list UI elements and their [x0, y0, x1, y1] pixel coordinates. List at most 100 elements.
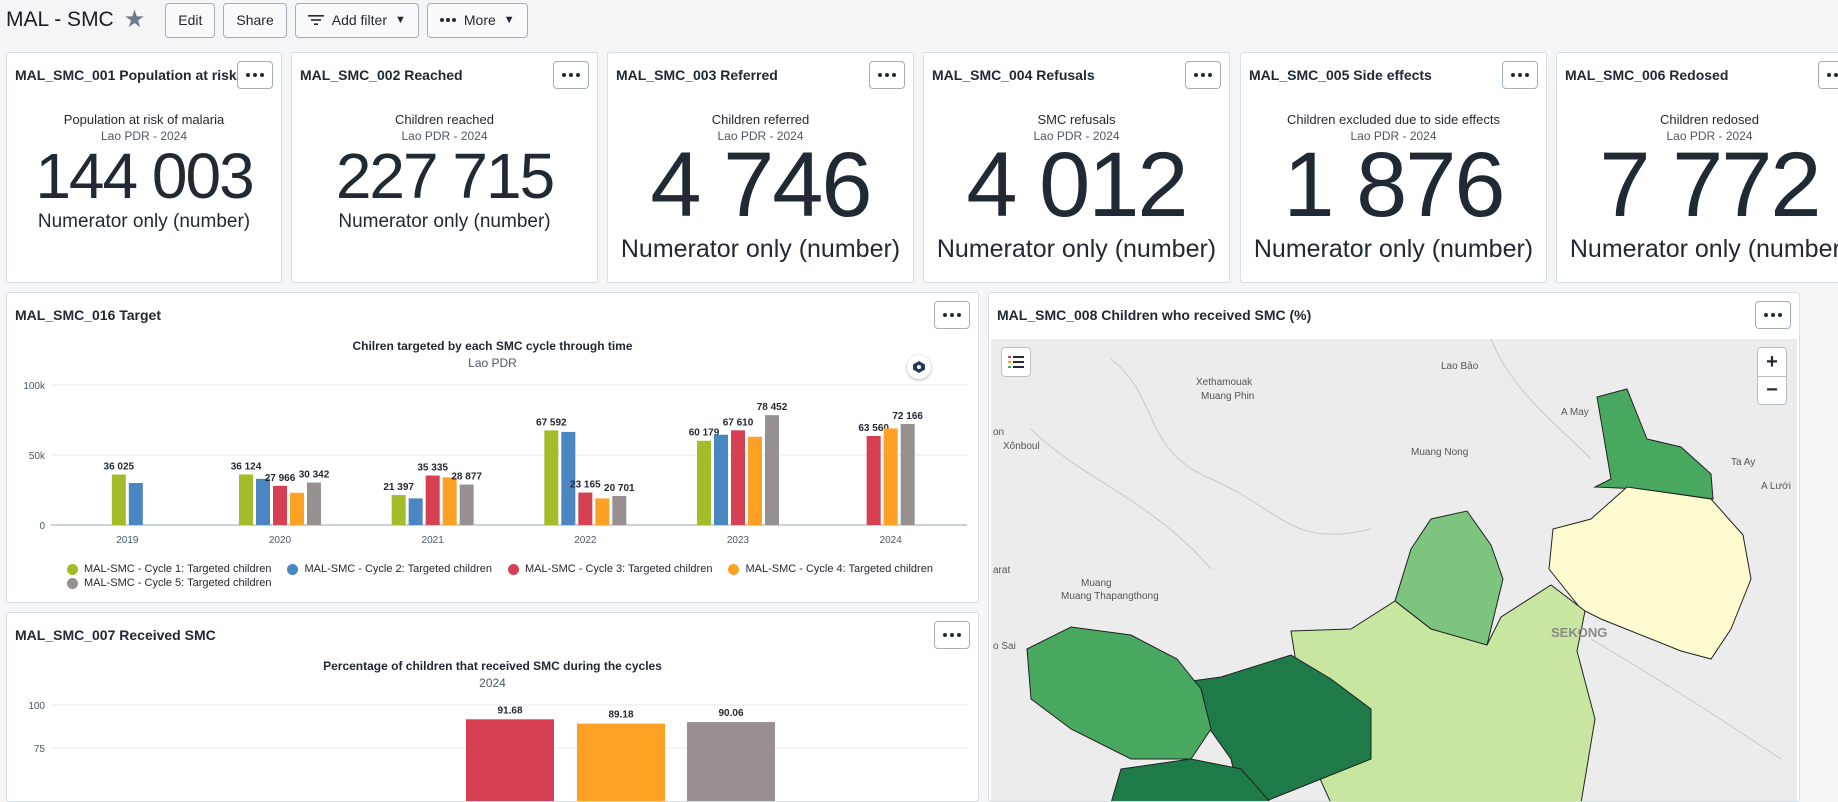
bar	[290, 492, 304, 525]
card-menu-button[interactable]	[1755, 301, 1791, 329]
add-filter-button[interactable]: Add filter ▼	[294, 2, 419, 38]
bar	[425, 475, 440, 525]
received-chart-card: MAL_SMC_007 Received SMC Percentage of c…	[6, 612, 979, 802]
data-label: 27 966	[265, 473, 296, 484]
share-button[interactable]: Share	[223, 2, 287, 38]
bar	[273, 485, 287, 525]
x-tick-label: 2024	[880, 535, 903, 546]
data-label: 35 335	[417, 463, 448, 474]
data-label: 67 592	[536, 417, 567, 428]
card-menu-button[interactable]	[869, 61, 905, 89]
single-value: 227 715	[335, 140, 555, 212]
more-label: More	[463, 12, 496, 28]
card-menu-button[interactable]	[1818, 61, 1838, 89]
single-value-card-redosed: MAL_SMC_006 Redosed Children redosed Lao…	[1556, 52, 1838, 283]
data-label: 20 701	[604, 483, 635, 494]
map-place-label: Muang Nong	[1411, 447, 1468, 458]
map-zoom-controls: + −	[1757, 347, 1787, 405]
bar	[577, 723, 665, 801]
map-legend-toggle-icon[interactable]	[1001, 347, 1031, 377]
data-label: 36 025	[104, 462, 135, 473]
card-subtitle: Children reached	[394, 112, 494, 127]
dashboard-toolbar: MAL - SMC ★ Edit Share Add filter ▼ More…	[0, 0, 1838, 40]
map-place-label: Muang Thapangthong	[1061, 591, 1159, 602]
target-chart-card: MAL_SMC_016 Target Chilren targeted by e…	[6, 292, 979, 603]
data-label: 78 452	[757, 402, 788, 413]
value-unit: Numerator only (number)	[1569, 235, 1838, 263]
value-unit: Numerator only (number)	[37, 211, 251, 232]
x-tick-label: 2021	[422, 535, 445, 546]
more-button[interactable]: More ▼	[426, 2, 528, 38]
star-icon[interactable]: ★	[124, 8, 146, 32]
x-tick-label: 2022	[574, 535, 597, 546]
legend-swatch	[507, 563, 519, 575]
legend-item[interactable]: MAL-SMC - Cycle 5: Targeted children	[67, 577, 271, 589]
bar	[459, 484, 474, 525]
card-menu-button[interactable]	[1185, 61, 1221, 89]
card-menu-button[interactable]	[1502, 61, 1538, 89]
bar	[765, 415, 779, 525]
bar	[595, 498, 610, 525]
bar	[731, 430, 745, 525]
x-tick-label: 2023	[727, 535, 750, 546]
x-tick-label: 2019	[116, 535, 139, 546]
value-unit: Numerator only (number)	[1253, 235, 1534, 263]
bar	[307, 482, 321, 525]
bar	[128, 483, 143, 525]
map-card: MAL_SMC_008 Children who received SMC (%…	[988, 292, 1800, 802]
bar	[687, 722, 775, 801]
data-label: 91.68	[497, 705, 522, 716]
edit-button[interactable]: Edit	[165, 2, 216, 38]
card-menu-button[interactable]	[553, 61, 589, 89]
bar	[748, 436, 762, 525]
map-place-label: o Sai	[993, 641, 1016, 652]
choropleth-map: Lao Bảo Xethamouak Muang Phin Xônboul Mu…	[991, 339, 1797, 801]
map-place-label: Lao Bảo	[1441, 361, 1479, 372]
chevron-down-icon: ▼	[503, 14, 515, 26]
bar	[544, 430, 559, 525]
bar	[714, 434, 728, 525]
bar	[578, 492, 593, 525]
data-label: 36 124	[231, 461, 262, 472]
single-value-card-side-effects: MAL_SMC_005 Side effects Children exclud…	[1240, 52, 1547, 283]
zoom-in-button[interactable]: +	[1758, 348, 1786, 376]
card-subtitle: Children referred	[711, 112, 810, 127]
card-title: MAL_SMC_008 Children who received SMC (%…	[997, 307, 1312, 323]
zoom-out-button[interactable]: −	[1758, 376, 1786, 404]
card-title: MAL_SMC_005 Side effects	[1249, 67, 1432, 83]
card-menu-button[interactable]	[237, 61, 273, 89]
data-label: 28 877	[451, 472, 482, 483]
single-value: 4 012	[966, 134, 1188, 236]
x-tick-label: 2020	[269, 535, 292, 546]
received-bar-chart: 100 75 91.68 89.18 90.06	[28, 701, 967, 801]
legend-swatch	[728, 563, 740, 575]
filter-icon	[307, 15, 324, 25]
map-canvas[interactable]: Lao Bảo Xethamouak Muang Phin Xônboul Mu…	[991, 339, 1797, 801]
bar	[239, 474, 253, 525]
legend-label: MAL-SMC - Cycle 1: Targeted children	[84, 563, 272, 575]
value-unit: Numerator only (number)	[620, 235, 901, 263]
map-place-label: Ta Ay	[1731, 457, 1755, 468]
map-place-label: Muang	[1081, 578, 1112, 589]
data-label: 72 166	[892, 411, 923, 422]
legend-item[interactable]: MAL-SMC - Cycle 3: Targeted children	[507, 563, 713, 575]
bar	[697, 440, 711, 525]
legend-label: MAL-SMC - Cycle 4: Targeted children	[745, 563, 933, 575]
legend-item[interactable]: MAL-SMC - Cycle 4: Targeted children	[728, 563, 933, 575]
dashboard-title: MAL - SMC	[6, 8, 114, 31]
ai-assistant-icon[interactable]	[907, 355, 931, 379]
share-label: Share	[236, 12, 274, 28]
legend-label: MAL-SMC - Cycle 3: Targeted children	[524, 563, 713, 575]
bar	[561, 431, 576, 525]
map-place-label: A May	[1561, 407, 1589, 418]
legend-label: MAL-SMC - Cycle 2: Targeted children	[304, 563, 492, 575]
bar	[900, 423, 915, 525]
single-value-card-reached: MAL_SMC_002 Reached Children reached Lao…	[291, 52, 598, 283]
legend-item[interactable]: MAL-SMC - Cycle 2: Targeted children	[287, 563, 492, 575]
target-bar-chart: 0 50k 100k 36 025 2019 36 12427 966 30 342 2020…	[23, 381, 967, 546]
y-tick-label: 75	[34, 744, 46, 755]
card-title: MAL_SMC_001 Population at risk	[15, 67, 237, 83]
legend-item[interactable]: MAL-SMC - Cycle 1: Targeted children	[67, 563, 271, 575]
bar	[866, 436, 881, 525]
bar	[408, 498, 423, 525]
